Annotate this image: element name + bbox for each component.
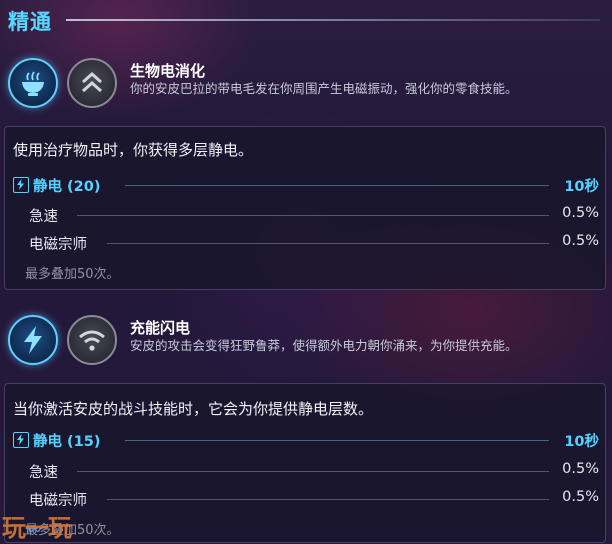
skill-description-1: 你的安皮巴拉的带电毛发在你周围产生电磁振动，强化你的零食技能。 bbox=[130, 81, 518, 96]
skill-summary-2: 当你激活安皮的战斗技能时，它会为你提供静电层数。 bbox=[13, 400, 374, 418]
watermark-logo: 玩一玩 〰 bbox=[2, 508, 102, 542]
main-stat-label-text-2: 静电 (15) bbox=[33, 434, 101, 450]
main-stat-label-text-1: 静电 (20) bbox=[33, 179, 101, 195]
skill-header-1: 生物电消化 你的安皮巴拉的带电毛发在你周围产生电磁振动，强化你的零食技能。 bbox=[0, 58, 612, 122]
sub-stat-value-1b: 0.5% bbox=[562, 233, 599, 249]
leader-line bbox=[125, 440, 549, 441]
skill-summary-1: 使用治疗物品时，你获得多层静电。 bbox=[13, 141, 254, 159]
double-chevron-up-icon bbox=[82, 71, 102, 93]
skill-icon-active-1[interactable] bbox=[8, 58, 58, 108]
main-stat-label-2: 静电 (15) bbox=[13, 430, 100, 451]
sub-stat-label-1a: 急速 bbox=[29, 209, 58, 225]
main-stat-row-1: 静电 (20) 10秒 bbox=[13, 175, 599, 197]
leader-line bbox=[125, 185, 549, 186]
sub-stat-label-2a: 急速 bbox=[29, 465, 58, 481]
skill-detail-panel-1: 使用治疗物品时，你获得多层静电。 静电 (20) 10秒 急速 0.5% 电磁宗… bbox=[4, 126, 606, 290]
static-charge-icon bbox=[13, 177, 29, 193]
sub-stat-value-1a: 0.5% bbox=[562, 205, 599, 221]
skill-header-2: 充能闪电 安皮的攻击会变得狂野鲁莽，使得额外电力朝你涌来，为你提供充能。 bbox=[0, 315, 612, 379]
skill-icon-inactive-2[interactable] bbox=[67, 315, 117, 365]
skill-name-2: 充能闪电 bbox=[130, 319, 191, 337]
sub-stat-row-1a: 急速 0.5% bbox=[13, 205, 599, 227]
main-stat-value-2: 10秒 bbox=[564, 434, 599, 450]
leader-line bbox=[107, 499, 549, 500]
sub-stat-row-1b: 电磁宗师 0.5% bbox=[13, 233, 599, 255]
sub-stat-value-2a: 0.5% bbox=[562, 461, 599, 477]
sub-stat-label-2b: 电磁宗师 bbox=[29, 493, 87, 509]
section-title: 精通 bbox=[8, 10, 52, 34]
static-charge-icon bbox=[13, 432, 29, 448]
bowl-icon bbox=[22, 71, 44, 96]
sub-stat-label-1b: 电磁宗师 bbox=[29, 237, 87, 253]
sub-stat-value-2b: 0.5% bbox=[562, 489, 599, 505]
stack-note-1: 最多叠加50次。 bbox=[25, 267, 120, 282]
leader-line bbox=[77, 471, 549, 472]
leader-line bbox=[107, 243, 549, 244]
title-divider bbox=[66, 19, 600, 21]
skill-description-2: 安皮的攻击会变得狂野鲁莽，使得额外电力朝你涌来，为你提供充能。 bbox=[130, 338, 518, 353]
skill-icon-active-2[interactable] bbox=[8, 315, 58, 365]
wifi-signal-icon bbox=[79, 330, 105, 351]
main-stat-value-1: 10秒 bbox=[564, 179, 599, 195]
skill-icon-inactive-1[interactable] bbox=[67, 58, 117, 108]
skill-name-1: 生物电消化 bbox=[130, 62, 206, 80]
wave-icon: 〰 bbox=[28, 524, 42, 539]
main-stat-row-2: 静电 (15) 10秒 bbox=[13, 430, 599, 452]
main-stat-label-1: 静电 (20) bbox=[13, 175, 100, 196]
leader-line bbox=[77, 215, 549, 216]
sub-stat-row-2a: 急速 0.5% bbox=[13, 461, 599, 483]
lightning-bolt-icon bbox=[24, 326, 42, 354]
